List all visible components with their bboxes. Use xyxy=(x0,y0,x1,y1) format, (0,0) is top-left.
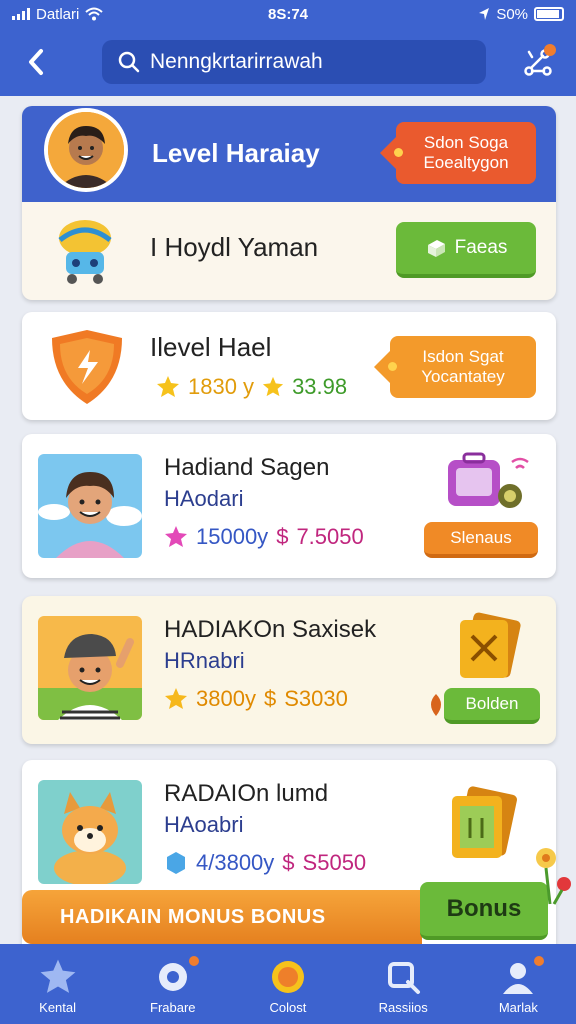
search-bar[interactable] xyxy=(102,40,486,84)
bonus-banner: HADIKAIN MONUS BONUS Bonus xyxy=(22,882,556,944)
reward-subtitle: HRnabri xyxy=(164,648,245,673)
bottom-tab-bar: Kental Frabare Colost Rassiios Marlak xyxy=(0,944,576,1024)
coin-icon xyxy=(271,961,304,993)
notification-dot xyxy=(544,44,556,56)
battery-icon xyxy=(534,7,564,21)
tag-hole xyxy=(388,362,397,371)
status-bar: Datlari 8S:74 S0% xyxy=(0,0,576,28)
tab-label: Kental xyxy=(39,1000,77,1015)
battery-percent: S0% xyxy=(496,5,528,23)
reward-card: HADIAKOn Saxisek HRnabri 3800y $ S3030 B… xyxy=(22,596,556,744)
level-stats-card: Ilevel Hael 1830 y 33.98 Isdon Sgat Yoca… xyxy=(22,312,556,420)
stats-row: 3800y $ S3030 xyxy=(164,686,348,712)
share-button[interactable] xyxy=(518,42,558,82)
level-card: Level Haraiay Sdon Soga Eoealtygon I Hoy… xyxy=(22,106,556,300)
stats-row: 15000y $ 7.5050 xyxy=(164,524,364,550)
tab-label: Marlak xyxy=(498,1000,538,1015)
tag-line-1: Sdon Soga xyxy=(423,132,509,152)
bonus-banner-text: HADIKAIN MONUS BONUS xyxy=(22,890,422,944)
coins-value: 1830 y xyxy=(188,374,255,399)
boy-character-icon xyxy=(38,454,142,558)
boy-with-hat-icon xyxy=(38,616,142,720)
points-value: S5050 xyxy=(302,850,367,875)
tab-label: Colost xyxy=(269,1000,307,1015)
coins-value: 4/3800y xyxy=(196,850,275,875)
offer-tag[interactable]: Isdon Sgat Yocantatey xyxy=(374,336,536,398)
flower-icon xyxy=(536,848,571,905)
bonus-button-label: Bolden xyxy=(465,694,519,713)
reward-subtitle: HAoabri xyxy=(164,812,244,837)
points-value: 33.98 xyxy=(292,374,348,399)
fox-character-icon xyxy=(38,780,142,884)
star-icon xyxy=(262,376,284,397)
tag-line-1: Isdon Sgat xyxy=(422,346,504,366)
level-card-row: I Hoydl Yaman Faeas xyxy=(22,202,556,300)
stats-row: 1830 y 33.98 xyxy=(156,374,347,400)
offer-tag[interactable]: Sdon Soga Eoealtygon xyxy=(380,122,536,184)
search-icon xyxy=(388,962,421,994)
currency-icon: $ xyxy=(282,850,295,875)
reward-title: I Hoydl Yaman xyxy=(150,232,319,262)
star-icon xyxy=(165,526,187,547)
star-icon xyxy=(165,688,187,709)
reward-name: Hadiand Sagen xyxy=(164,454,330,481)
tab-frabare[interactable]: Frabare xyxy=(123,956,223,1015)
card-pack-icon xyxy=(460,612,521,678)
leaf-icon xyxy=(431,694,441,716)
search-icon xyxy=(118,51,140,73)
reward-subtitle: HAodari xyxy=(164,486,244,511)
suitcase-icon xyxy=(448,452,529,508)
coin-icon xyxy=(157,376,179,397)
tag-hole xyxy=(394,148,403,157)
tab-colost[interactable]: Colost xyxy=(238,958,338,1015)
level-title: Level Haraiay xyxy=(152,138,320,168)
reward-thumbnail xyxy=(38,780,142,884)
gem-icon xyxy=(167,852,185,874)
card-pack-icon xyxy=(452,786,517,858)
avatar xyxy=(44,108,128,192)
tab-kental[interactable]: Kental xyxy=(8,958,108,1015)
user-icon xyxy=(503,963,534,994)
gift-icon xyxy=(427,240,445,257)
bonus-button-label: Slenaus xyxy=(450,528,512,547)
chevron-left-icon xyxy=(29,49,43,75)
bonus-button[interactable]: Slenaus xyxy=(424,522,538,558)
claim-button[interactable]: Faeas xyxy=(396,222,536,278)
coins-value: 3800y xyxy=(196,686,256,711)
tab-marlak[interactable]: Marlak xyxy=(468,956,568,1015)
boy-avatar-icon xyxy=(48,112,124,188)
robot-balloon-icon xyxy=(58,220,112,284)
location-arrow-icon xyxy=(479,8,490,20)
level-title: Ilevel Hael xyxy=(150,332,272,362)
currency-icon: $ xyxy=(276,524,289,549)
app-header xyxy=(0,28,576,96)
reward-card: Hadiand Sagen HAodari 15000y $ 7.5050 Sl… xyxy=(22,434,556,578)
back-button[interactable] xyxy=(18,44,54,80)
reward-name: HADIAKOn Saxisek xyxy=(164,616,377,643)
points-value: 7.5050 xyxy=(296,524,364,549)
points-value: S3030 xyxy=(284,686,348,711)
tag-line-2: Eoealtygon xyxy=(423,153,509,172)
tag-line-2: Yocantatey xyxy=(421,367,505,386)
tab-rassiios[interactable]: Rassiios xyxy=(353,958,453,1015)
search-input[interactable] xyxy=(150,50,470,74)
shield-icon xyxy=(52,330,122,404)
reward-thumbnail xyxy=(38,616,142,720)
reward-name: RADAIOn lumd xyxy=(164,780,329,807)
tab-label: Rassiios xyxy=(378,1000,428,1015)
location-icon xyxy=(158,963,187,991)
bonus-banner-button-label: Bonus xyxy=(446,895,522,922)
stats-row: 4/3800y $ S5050 xyxy=(164,850,366,876)
reward-thumbnail xyxy=(38,454,142,558)
notification-dot xyxy=(188,956,199,966)
currency-icon: $ xyxy=(263,686,277,711)
star-icon xyxy=(40,959,76,993)
bonus-button[interactable]: Bolden xyxy=(444,688,540,724)
coins-value: 15000y xyxy=(196,524,269,549)
tab-label: Frabare xyxy=(150,1000,196,1015)
level-card-header: Level Haraiay Sdon Soga Eoealtygon xyxy=(22,106,556,202)
notification-dot xyxy=(534,956,545,966)
claim-button-label: Faeas xyxy=(454,237,508,258)
